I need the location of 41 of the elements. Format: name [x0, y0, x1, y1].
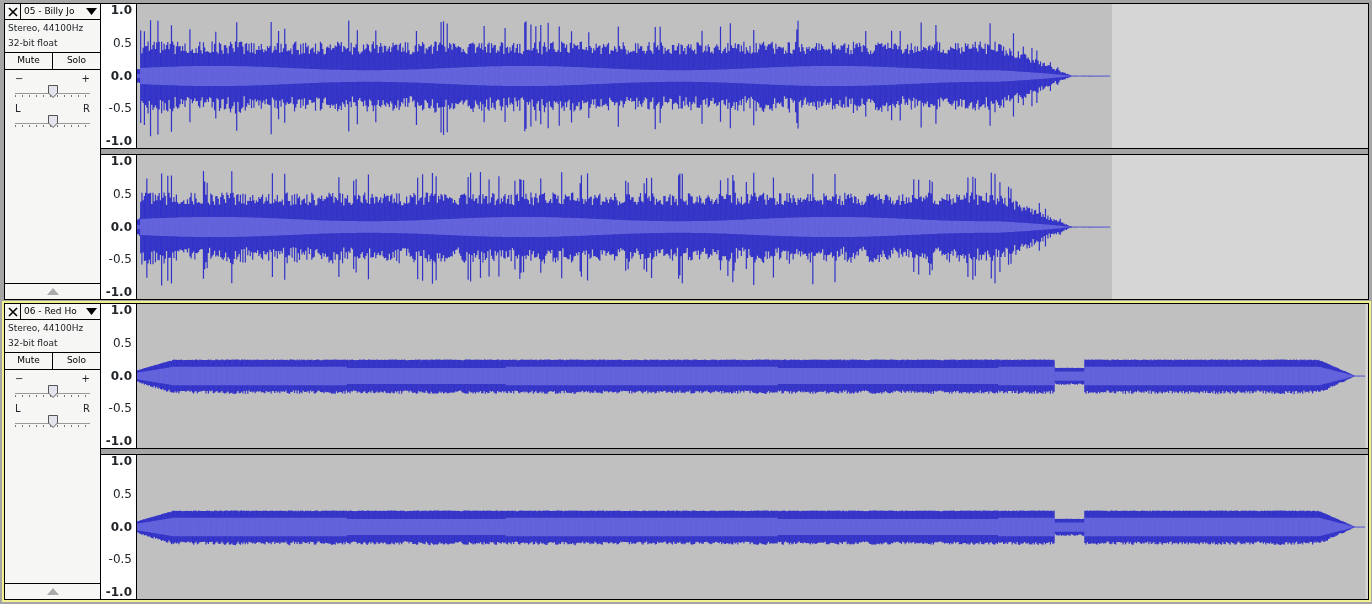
ruler-label: 1.0 — [110, 155, 132, 168]
ruler-label: 0.0 — [110, 520, 132, 534]
dropdown-caret-icon[interactable] — [86, 8, 97, 15]
slider-thumb[interactable] — [47, 414, 58, 428]
ruler-label: 0.5 — [112, 336, 132, 350]
ruler-label: 0.0 — [110, 369, 132, 383]
ruler-label: -0.5 — [108, 402, 132, 416]
slider-label: + — [81, 73, 90, 84]
ruler-label: -0.5 — [108, 553, 132, 567]
track-format-info: Stereo, 44100Hz — [8, 22, 85, 35]
ruler-label: 0.0 — [110, 69, 132, 83]
slider-label: R — [83, 403, 90, 414]
track-format-info: Stereo, 44100Hz — [8, 322, 85, 335]
ruler-label: 0.5 — [112, 36, 132, 50]
ruler-label: 0.5 — [112, 187, 132, 201]
slider-thumb[interactable] — [47, 84, 58, 98]
ruler-label: -0.5 — [108, 102, 132, 116]
ruler-label: 0.5 — [112, 487, 132, 501]
ruler-label: -1.0 — [105, 135, 132, 148]
audio-track[interactable]: 05 - Billy Jo Stereo, 44100Hz 32-bit float Mute Solo − + L R 1.0 0.5 0.0 -0.5 -1.0 1.0 0.5 0.0 -0.5 -1.0 — [4, 3, 1369, 300]
slider-label: + — [81, 373, 90, 384]
ruler-label: 0.0 — [110, 220, 132, 234]
track-format-info: 32-bit float — [8, 337, 59, 350]
ruler-label: -0.5 — [108, 253, 132, 267]
ruler-label: 1.0 — [110, 455, 132, 468]
ruler-label: -1.0 — [105, 435, 132, 448]
audio-track[interactable]: 06 - Red Ho Stereo, 44100Hz 32-bit float Mute Solo − + L R 1.0 0.5 0.0 -0.5 -1.0 1.0 0.5 0.0 -0.5 -1.0 — [4, 303, 1369, 600]
ruler-label: 1.0 — [110, 304, 132, 317]
slider-thumb[interactable] — [47, 384, 58, 398]
track-format-info: 32-bit float — [8, 37, 59, 50]
ruler-label: 1.0 — [110, 4, 132, 17]
slider-label: − — [15, 373, 24, 384]
slider-label: L — [15, 403, 21, 414]
slider-label: − — [15, 73, 24, 84]
ruler-label: -1.0 — [105, 586, 132, 599]
dropdown-caret-icon[interactable] — [86, 308, 97, 315]
slider-thumb[interactable] — [47, 114, 58, 128]
slider-label: L — [15, 103, 21, 114]
ruler-label: -1.0 — [105, 286, 132, 299]
slider-label: R — [83, 103, 90, 114]
track-name-menu[interactable]: 05 - Billy Jo — [21, 4, 100, 19]
